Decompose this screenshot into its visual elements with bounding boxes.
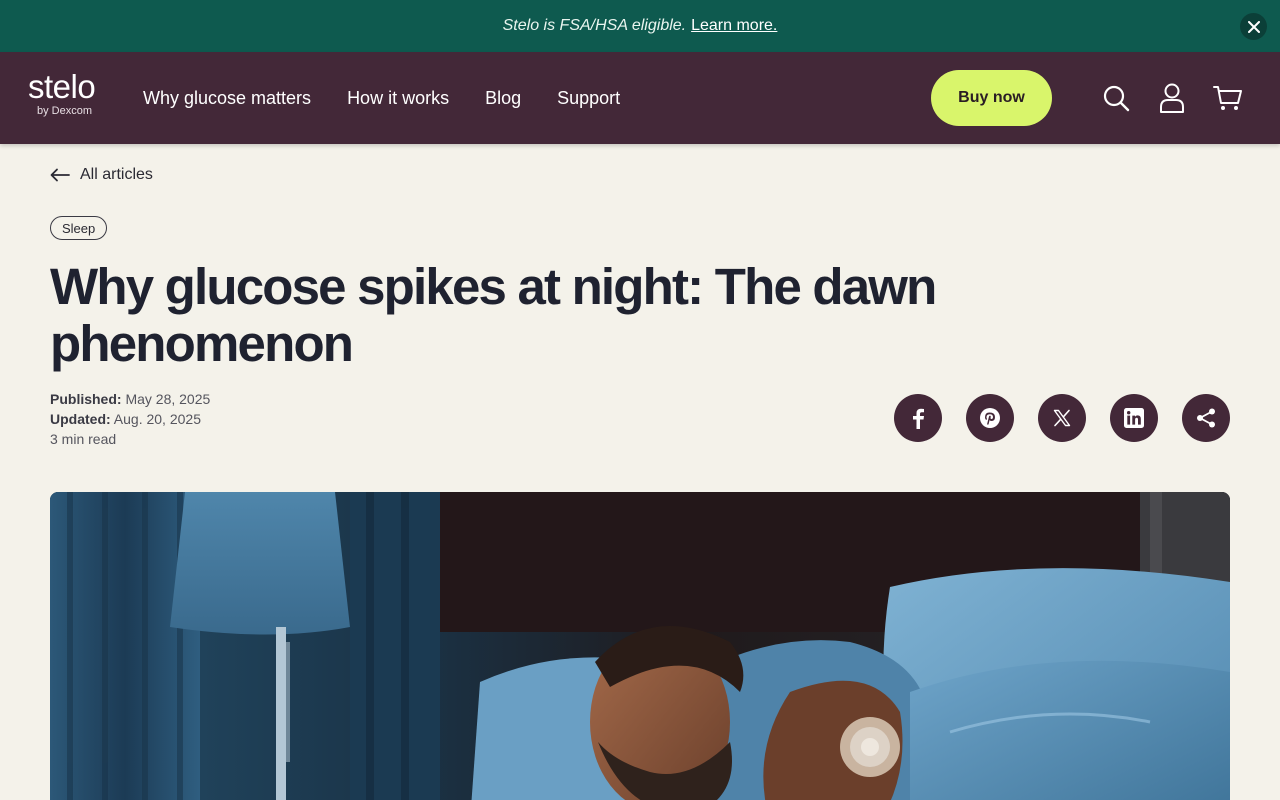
- read-time: 3 min read: [50, 431, 117, 447]
- cart-button[interactable]: [1212, 82, 1244, 114]
- share-pinterest-button[interactable]: [966, 394, 1014, 442]
- close-icon: [1247, 20, 1260, 33]
- logo-wordmark: stelo: [28, 68, 96, 105]
- published-date: May 28, 2025: [125, 391, 211, 407]
- hero-photo-illustration: [50, 492, 1230, 800]
- updated-label: Updated:: [50, 411, 111, 427]
- account-icon: [1160, 83, 1184, 113]
- stelo-logo[interactable]: stelo by Dexcom: [28, 68, 96, 117]
- linkedin-icon: [1124, 408, 1144, 428]
- published-row: Published: May 28, 2025: [50, 389, 210, 409]
- logo-subtitle: by Dexcom: [37, 105, 93, 117]
- search-icon: [1103, 85, 1130, 112]
- learn-more-link[interactable]: Learn more.: [691, 17, 777, 35]
- pinterest-icon: [980, 408, 1000, 428]
- nav-support[interactable]: Support: [557, 88, 620, 109]
- all-articles-link[interactable]: All articles: [50, 164, 153, 186]
- article-meta: Published: May 28, 2025 Updated: Aug. 20…: [50, 389, 210, 449]
- share-more-button[interactable]: [1182, 394, 1230, 442]
- published-label: Published:: [50, 391, 122, 407]
- updated-row: Updated: Aug. 20, 2025: [50, 409, 210, 429]
- nav-how-it-works[interactable]: How it works: [347, 88, 449, 109]
- all-articles-label: All articles: [80, 166, 153, 183]
- arrow-left-icon: [50, 168, 70, 182]
- close-announcement-button[interactable]: [1240, 13, 1267, 40]
- site-header: stelo by Dexcom Why glucose matters How …: [0, 52, 1280, 144]
- share-linkedin-button[interactable]: [1110, 394, 1158, 442]
- account-button[interactable]: [1156, 82, 1188, 114]
- x-icon: [1053, 409, 1071, 427]
- facebook-icon: [913, 408, 924, 429]
- search-button[interactable]: [1100, 82, 1132, 114]
- announcement-message: Stelo is FSA/HSA eligible.: [502, 17, 687, 34]
- article-title: Why glucose spikes at night: The dawn ph…: [50, 258, 937, 372]
- buy-now-button[interactable]: Buy now: [931, 70, 1052, 126]
- main-nav: Why glucose matters How it works Blog Su…: [143, 52, 620, 144]
- category-tag[interactable]: Sleep: [50, 216, 108, 240]
- hero-image: [50, 492, 1230, 800]
- cart-icon: [1213, 86, 1242, 110]
- updated-date: Aug. 20, 2025: [113, 411, 201, 427]
- share-x-button[interactable]: [1038, 394, 1086, 442]
- announcement-bar: Stelo is FSA/HSA eligible. Learn more.: [0, 0, 1280, 52]
- share-facebook-button[interactable]: [894, 394, 942, 442]
- nav-blog[interactable]: Blog: [485, 88, 521, 109]
- nav-why-glucose-matters[interactable]: Why glucose matters: [143, 88, 311, 109]
- share-icon: [1197, 408, 1215, 428]
